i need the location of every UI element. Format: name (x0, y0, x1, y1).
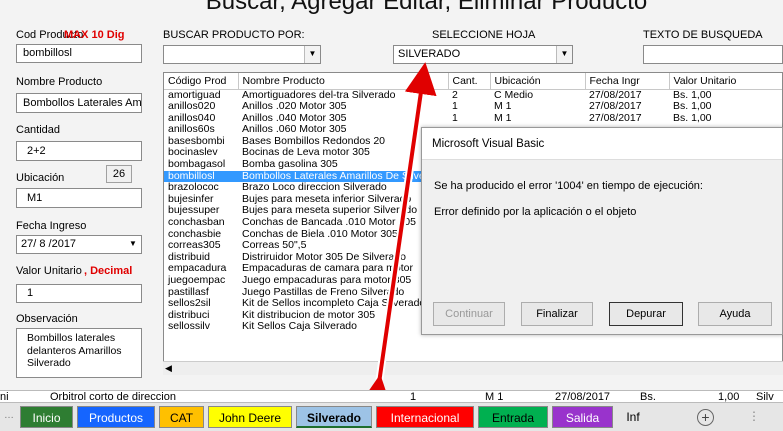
sheet-tab-productos[interactable]: Productos (77, 406, 155, 428)
sheet-row: ni Orbitrol corto de direccion 1 M 1 27/… (0, 390, 783, 402)
annotation-arrow (359, 62, 437, 409)
sheet-cell: ni (0, 391, 9, 402)
sheet-tab-john-deere[interactable]: John Deere (208, 406, 292, 428)
sheet-tab-silverado[interactable]: Silverado (296, 406, 372, 428)
sheet-tab-entrada[interactable]: Entrada (478, 406, 548, 428)
sheet-tab-salida[interactable]: Salida (552, 406, 613, 428)
sheet-cell: M 1 (485, 391, 504, 402)
plus-circle-icon[interactable]: + (697, 409, 714, 426)
sheet-cell: 1 (410, 391, 417, 402)
ellipsis-icon[interactable]: ⋮ (748, 409, 760, 423)
sheet-cell: Silv (756, 391, 774, 402)
sheet-cell: Bs. (640, 391, 656, 402)
sheet-tab-internacional[interactable]: Internacional (376, 406, 474, 428)
sheet-tab-inf[interactable]: Inf (617, 406, 649, 428)
sheet-cell: Orbitrol corto de direccion (50, 391, 176, 402)
sheet-cell: 1,00 (718, 391, 740, 402)
sheet-tab-inicio[interactable]: Inicio (20, 406, 73, 428)
sheet-cell: 27/08/2017 (555, 391, 611, 402)
sheet-tabs-bar: … Inicio Productos CAT John Deere Silverado I… (0, 402, 783, 431)
ellipsis-icon[interactable]: … (4, 410, 14, 421)
sheet-tab-cat[interactable]: CAT (159, 406, 204, 428)
